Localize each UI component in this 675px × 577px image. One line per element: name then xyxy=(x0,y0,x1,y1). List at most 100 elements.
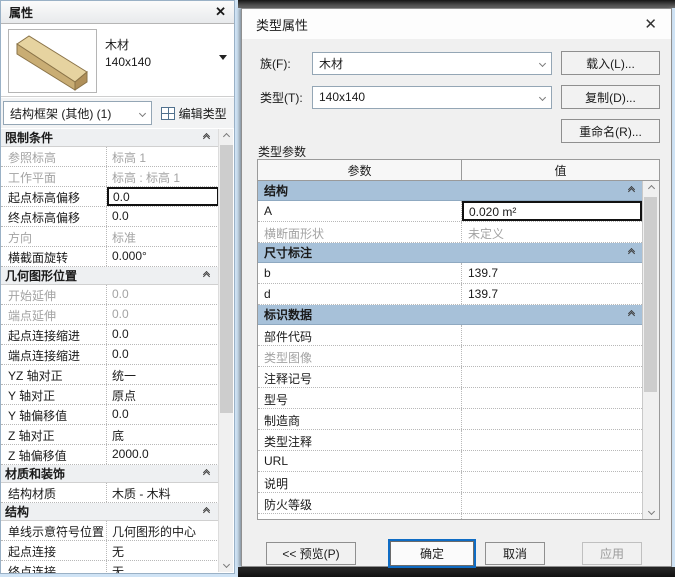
property-row: 防火等级 xyxy=(258,493,642,514)
parameter-value[interactable]: 标高 : 标高 1 xyxy=(107,167,219,186)
properties-scrollbar[interactable] xyxy=(218,129,233,572)
section-header[interactable]: 材质和装饰 xyxy=(1,465,219,483)
type-parameters-label: 类型参数 xyxy=(258,145,307,159)
parameter-name: 横断面形状 xyxy=(258,222,462,242)
chevron-down-icon xyxy=(538,59,547,67)
parameter-value[interactable] xyxy=(462,367,642,387)
scroll-up-icon[interactable] xyxy=(219,129,233,144)
property-row: 参照标高 标高 1 xyxy=(1,147,219,167)
collapse-section-icon[interactable] xyxy=(202,506,211,517)
collapse-section-icon[interactable] xyxy=(627,185,636,196)
column-header-parameter[interactable]: 参数 xyxy=(258,160,462,180)
section-header[interactable]: 结构 xyxy=(1,503,219,521)
parameter-value[interactable]: 标高 1 xyxy=(107,147,219,166)
parameter-value[interactable] xyxy=(462,325,642,345)
ok-button-label: 确定 xyxy=(419,547,444,561)
collapse-section-icon[interactable] xyxy=(202,270,211,281)
table-body: 结构 A 0.020 m² 横断面形状 未定义 尺寸标注 b 139.7 d 139.7 标识数据部… xyxy=(258,181,642,519)
parameter-value[interactable]: 统一 xyxy=(107,365,219,384)
parameter-value[interactable]: 139.7 xyxy=(462,284,642,304)
load-button[interactable]: 载入(L)... xyxy=(561,51,660,75)
scrollbar-thumb[interactable] xyxy=(220,145,233,413)
family-row: 族(F): 木材 xyxy=(260,51,552,75)
property-row: 方向 标准 xyxy=(1,227,219,247)
properties-grid: 限制条件 参照标高 标高 1 工作平面 标高 : 标高 1 起点标高偏移 0.0 终点标高偏移… xyxy=(1,129,219,573)
scrollbar-thumb[interactable] xyxy=(644,197,657,392)
property-row: A 0.020 m² xyxy=(258,201,642,222)
type-dropdown[interactable]: 140x140 xyxy=(312,85,552,109)
section-header[interactable]: 限制条件 xyxy=(1,129,219,147)
parameter-name: 开始延伸 xyxy=(1,285,107,304)
parameter-value[interactable]: 无 xyxy=(107,541,219,560)
parameter-value[interactable]: 无 xyxy=(107,561,219,573)
parameter-value[interactable]: 2000.0 xyxy=(107,445,219,464)
section-header[interactable]: 标识数据 xyxy=(258,305,642,325)
family-dropdown[interactable]: 木材 xyxy=(312,51,552,75)
parameter-value[interactable]: 标准 xyxy=(107,227,219,246)
property-row: 类型注释 xyxy=(258,430,642,451)
type-selector-arrow-icon[interactable] xyxy=(219,55,227,60)
parameter-value[interactable] xyxy=(462,514,642,519)
parameter-value[interactable]: 0.0 xyxy=(107,207,219,226)
parameter-value[interactable]: 0.0 xyxy=(107,305,219,324)
rename-button-label: 重命名(R)... xyxy=(579,124,642,139)
parameter-name: 型号 xyxy=(258,388,462,408)
collapse-section-icon[interactable] xyxy=(202,132,211,143)
collapse-section-icon[interactable] xyxy=(627,309,636,320)
collapse-section-icon[interactable] xyxy=(202,468,211,479)
properties-title-bar: 属性 ✕ xyxy=(1,1,234,24)
property-row: 起点连接无 xyxy=(1,541,219,561)
dialog-close-icon[interactable]: ✕ xyxy=(644,15,657,33)
apply-button: 应用 xyxy=(582,542,642,565)
section-header[interactable]: 结构 xyxy=(258,181,642,201)
table-scrollbar[interactable] xyxy=(642,181,659,519)
parameter-value[interactable]: 底 xyxy=(107,425,219,444)
property-row: 起点连接缩进 0.0 xyxy=(1,325,219,345)
parameter-value[interactable]: 几何图形的中心 xyxy=(107,521,219,540)
edit-type-button[interactable]: 编辑类型 xyxy=(157,101,232,125)
scroll-down-icon[interactable] xyxy=(219,557,233,572)
parameter-value[interactable]: 0.0 xyxy=(107,345,219,364)
parameter-value[interactable] xyxy=(462,409,642,429)
type-preview[interactable]: 木材 140x140 xyxy=(1,25,234,97)
collapse-section-icon[interactable] xyxy=(627,247,636,258)
column-header-value[interactable]: 值 xyxy=(462,160,659,180)
section-header[interactable]: 尺寸标注 xyxy=(258,243,642,263)
preview-button[interactable]: << 预览(P) xyxy=(266,542,356,565)
rename-button[interactable]: 重命名(R)... xyxy=(561,119,660,143)
parameter-value[interactable]: 木质 - 木料 xyxy=(107,483,219,502)
parameter-name: 类型图像 xyxy=(258,346,462,366)
parameter-value[interactable]: 0.0 xyxy=(107,285,219,304)
table-header: 参数 值 xyxy=(258,160,659,181)
parameter-value[interactable] xyxy=(462,472,642,492)
duplicate-button[interactable]: 复制(D)... xyxy=(561,85,660,109)
cancel-button[interactable]: 取消 xyxy=(485,542,545,565)
parameter-value[interactable]: 0.0 xyxy=(107,325,219,344)
close-icon[interactable]: ✕ xyxy=(215,4,226,20)
parameter-name: b xyxy=(258,263,462,283)
parameter-name: Z 轴偏移值 xyxy=(1,445,107,464)
parameter-value[interactable]: 0.020 m² xyxy=(462,201,642,221)
parameter-value[interactable]: 未定义 xyxy=(462,222,642,242)
section-label: 材质和装饰 xyxy=(5,467,66,481)
scroll-down-icon[interactable] xyxy=(643,504,659,519)
parameter-value[interactable] xyxy=(462,493,642,513)
parameter-value[interactable] xyxy=(462,346,642,366)
parameter-value[interactable]: 0.0 xyxy=(107,405,219,424)
section-header[interactable]: 几何图形位置 xyxy=(1,267,219,285)
parameter-name: 部件代码 xyxy=(258,325,462,345)
parameter-value[interactable]: 139.7 xyxy=(462,263,642,283)
preview-button-label: << 预览(P) xyxy=(282,547,340,561)
selection-filter-dropdown[interactable]: 结构框架 (其他) (1) xyxy=(3,101,152,125)
parameter-value[interactable]: 0.0 xyxy=(107,187,219,206)
property-row: URL xyxy=(258,451,642,472)
parameter-value[interactable]: 原点 xyxy=(107,385,219,404)
parameter-value[interactable] xyxy=(462,388,642,408)
ok-button[interactable]: 确定 xyxy=(390,541,474,566)
parameter-value[interactable] xyxy=(462,430,642,450)
property-row: Z 轴对正底 xyxy=(1,425,219,445)
scroll-up-icon[interactable] xyxy=(643,181,659,196)
parameter-value[interactable]: 0.000° xyxy=(107,247,219,266)
parameter-name: 制造商 xyxy=(258,409,462,429)
parameter-value[interactable] xyxy=(462,451,642,471)
